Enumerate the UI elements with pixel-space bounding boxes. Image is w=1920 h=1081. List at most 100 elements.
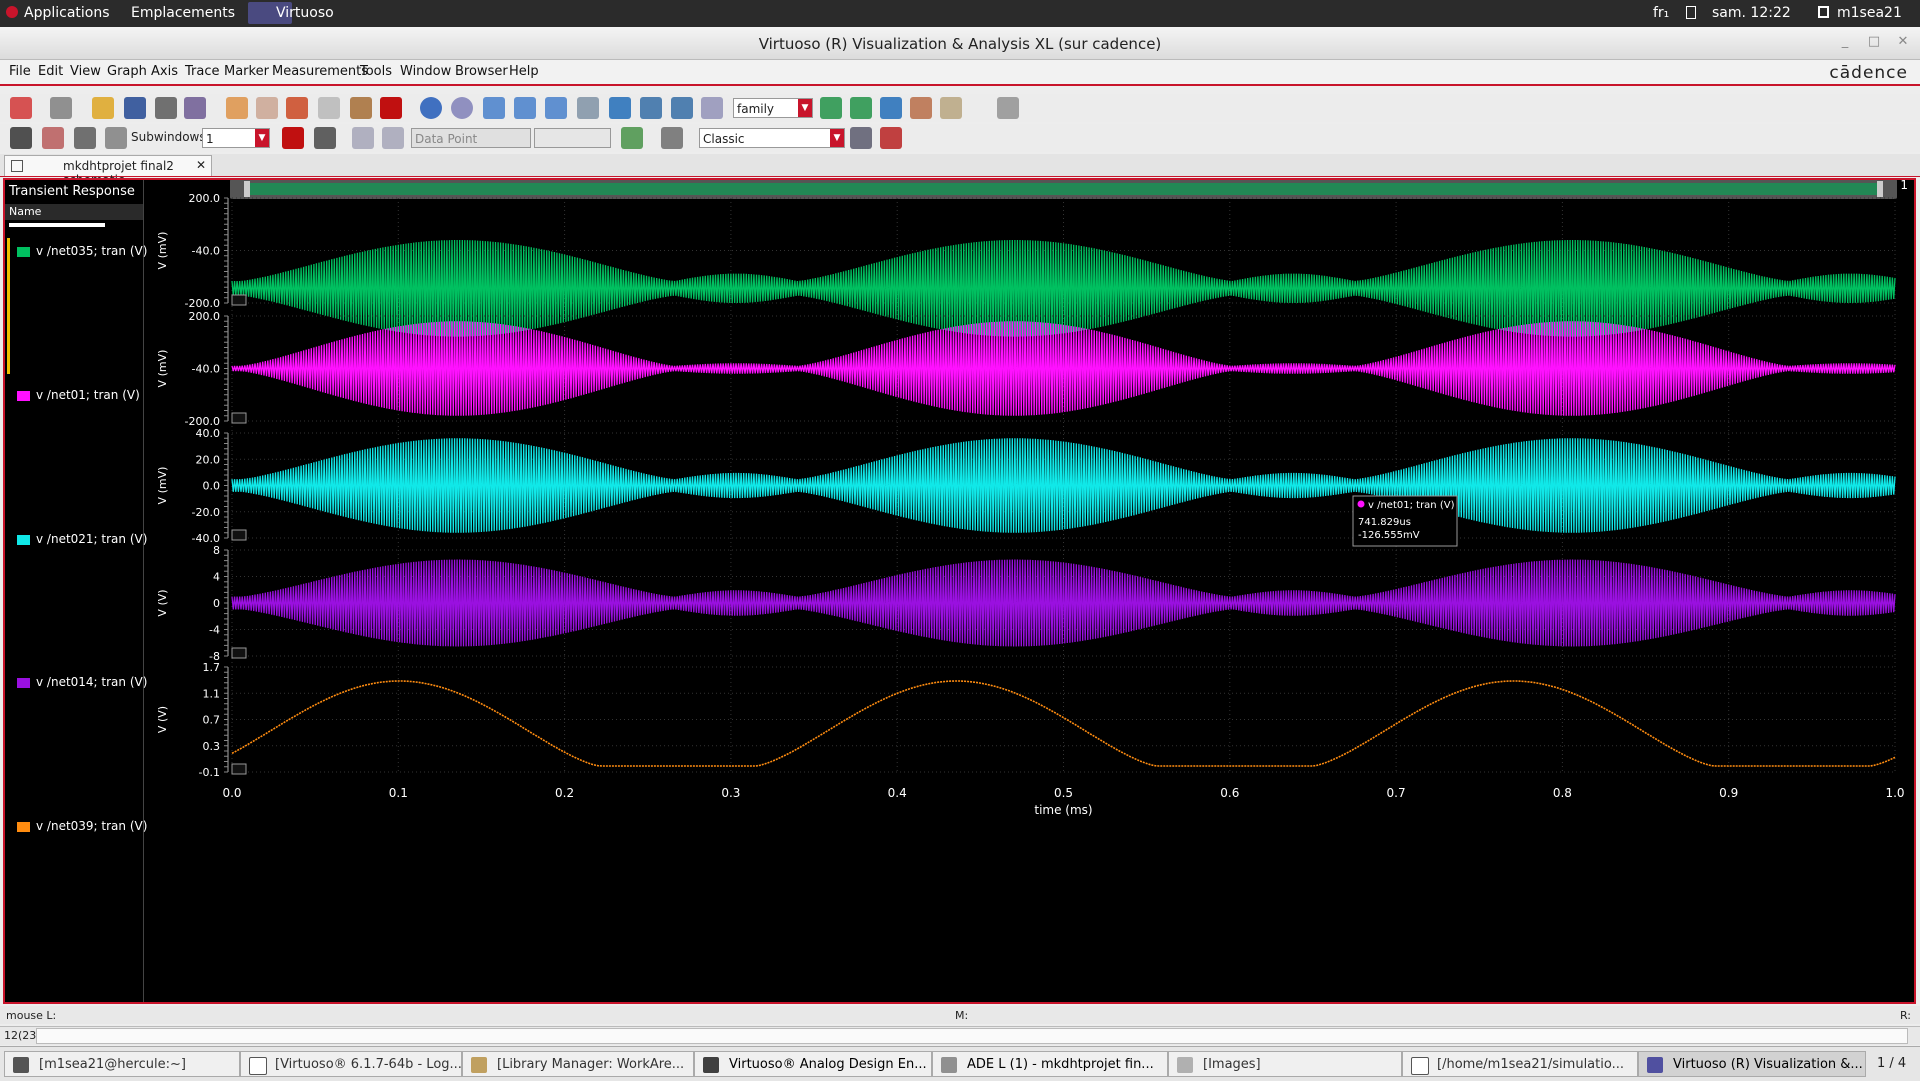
redo-icon[interactable] — [256, 97, 278, 119]
task-library-manager[interactable]: [Library Manager: WorkAre... — [462, 1051, 694, 1077]
strip-expand-button[interactable] — [231, 763, 247, 775]
subwindows-select[interactable]: 1 ▼ — [202, 128, 270, 148]
legend-trace-net039[interactable]: v /net039; tran (V) — [17, 819, 147, 833]
menu-file[interactable]: File — [9, 64, 31, 79]
legend-trace-net01[interactable]: v /net01; tran (V) — [17, 388, 140, 402]
keyboard-layout[interactable]: fr₁ — [1653, 5, 1669, 21]
menu-window[interactable]: Window — [400, 64, 451, 79]
polar-icon[interactable] — [940, 97, 962, 119]
refresh-icon[interactable] — [420, 97, 442, 119]
menu-help[interactable]: Help — [509, 64, 539, 79]
datapoint-select[interactable]: Data Point — [411, 128, 531, 148]
menu-marker[interactable]: Marker — [224, 64, 269, 79]
places-menu[interactable]: Emplacements — [131, 5, 235, 21]
menu-edit[interactable]: Edit — [38, 64, 63, 79]
layout-rows-icon[interactable] — [74, 127, 96, 149]
composite-icon[interactable] — [850, 97, 872, 119]
taskbar: [m1sea21@hercule:~] [Virtuoso® 6.1.7-64b… — [0, 1046, 1920, 1081]
datapoint-value-input[interactable] — [534, 128, 611, 148]
strip-expand-button[interactable] — [231, 529, 247, 541]
maximize-icon[interactable]: □ — [1865, 33, 1883, 51]
draw-icon[interactable] — [10, 127, 32, 149]
window-title: Virtuoso (R) Visualization & Analysis XL… — [758, 35, 1162, 53]
subwindow-icon[interactable] — [50, 97, 72, 119]
overview-left-handle[interactable] — [244, 181, 250, 197]
grid-icon[interactable] — [997, 97, 1019, 119]
remove-style-icon[interactable] — [880, 127, 902, 149]
menu-tools[interactable]: Tools — [360, 64, 392, 79]
trace-waveform-4[interactable] — [231, 680, 1896, 767]
flag-icon[interactable] — [282, 127, 304, 149]
minimize-icon[interactable]: _ — [1836, 33, 1854, 51]
zoom-out-icon[interactable] — [545, 97, 567, 119]
smith-icon[interactable] — [910, 97, 932, 119]
overview-right-handle[interactable] — [1877, 181, 1883, 197]
copy-icon[interactable] — [318, 97, 340, 119]
print-icon[interactable] — [155, 97, 177, 119]
pan-icon[interactable] — [577, 97, 599, 119]
paste-icon[interactable] — [350, 97, 372, 119]
new-window-icon[interactable] — [10, 97, 32, 119]
marker-dot — [1357, 500, 1365, 508]
menu-view[interactable]: View — [70, 64, 101, 79]
network-icon[interactable] — [1686, 6, 1696, 19]
zoom-y-icon[interactable] — [671, 97, 693, 119]
layout-cols-icon[interactable] — [105, 127, 127, 149]
trace-waveform-3[interactable] — [231, 559, 1896, 647]
task-ade-l[interactable]: ADE L (1) - mkdhtprojet fin... — [932, 1051, 1168, 1077]
tab-row: mkdhtprojet final2 schematic ✕ — [0, 154, 1920, 187]
task-virtuoso-log[interactable]: [Virtuoso® 6.1.7-64b - Log... — [240, 1051, 462, 1077]
applications-menu[interactable]: Applications — [24, 5, 110, 21]
legend-trace-net035[interactable]: v /net035; tran (V) — [17, 244, 147, 258]
save-icon[interactable] — [124, 97, 146, 119]
zoom-box-icon[interactable] — [701, 97, 723, 119]
menu-trace[interactable]: Trace — [185, 64, 220, 79]
user-menu[interactable]: m1sea21 — [1837, 5, 1902, 21]
next-icon[interactable] — [382, 127, 404, 149]
undo-icon[interactable] — [226, 97, 248, 119]
printer-setup-icon[interactable] — [184, 97, 206, 119]
zoom-x-icon[interactable] — [640, 97, 662, 119]
task-visualization[interactable]: Virtuoso (R) Visualization &... — [1638, 1051, 1866, 1077]
fit-icon[interactable] — [609, 97, 631, 119]
cut-icon[interactable] — [286, 97, 308, 119]
task-images[interactable]: [Images] — [1168, 1051, 1402, 1077]
legend-trace-net021[interactable]: v /net021; tran (V) — [17, 532, 147, 546]
task-terminal[interactable]: [m1sea21@hercule:~] — [4, 1051, 240, 1077]
family-select[interactable]: family ▼ — [733, 98, 813, 118]
clock[interactable]: sam. 12:22 — [1712, 5, 1791, 21]
apply-style-icon[interactable] — [850, 127, 872, 149]
strip-chart-icon[interactable] — [820, 97, 842, 119]
menu-measurements[interactable]: Measurements — [272, 64, 368, 79]
waveform-canvas[interactable]: 0.0 0.1 0.2 0.3 0.4 0.5 0.6 0.7 0.8 0.9 1.0 time (m… — [145, 180, 1914, 1002]
delete-icon[interactable] — [380, 97, 402, 119]
x-tick-label: 1.0 — [1885, 786, 1904, 800]
prev-icon[interactable] — [352, 127, 374, 149]
legend-scrollbar[interactable] — [9, 223, 105, 227]
zoom-icon[interactable] — [483, 97, 505, 119]
tab-close-icon[interactable]: ✕ — [196, 158, 206, 172]
close-icon[interactable]: ✕ — [1894, 33, 1912, 51]
strip-expand-button[interactable] — [231, 647, 247, 659]
workspace-indicator[interactable]: 1 / 4 — [1877, 1056, 1906, 1071]
legend-trace-net014[interactable]: v /net014; tran (V) — [17, 675, 147, 689]
command-input[interactable] — [36, 1028, 1908, 1044]
style-select[interactable]: Classic ▼ — [699, 128, 845, 148]
menu-browser[interactable]: Browser — [455, 64, 508, 79]
stop-icon[interactable] — [451, 97, 473, 119]
zoom-in-icon[interactable] — [514, 97, 536, 119]
menu-graph[interactable]: Graph — [107, 64, 147, 79]
marker-icon[interactable] — [314, 127, 336, 149]
strip-expand-button[interactable] — [231, 294, 247, 306]
split-icon[interactable] — [880, 97, 902, 119]
open-icon[interactable] — [92, 97, 114, 119]
strip-expand-button[interactable] — [231, 412, 247, 424]
tab-schematic[interactable]: mkdhtprojet final2 schematic ✕ — [4, 155, 212, 187]
active-app-name[interactable]: Virtuoso — [276, 5, 334, 21]
task-file-browser[interactable]: [/home/m1sea21/simulatio... — [1402, 1051, 1638, 1077]
menu-axis[interactable]: Axis — [151, 64, 178, 79]
bar-chart-icon[interactable] — [621, 127, 643, 149]
calculator-icon[interactable] — [661, 127, 683, 149]
palette-icon[interactable] — [42, 127, 64, 149]
task-ade[interactable]: Virtuoso® Analog Design En... — [694, 1051, 932, 1077]
